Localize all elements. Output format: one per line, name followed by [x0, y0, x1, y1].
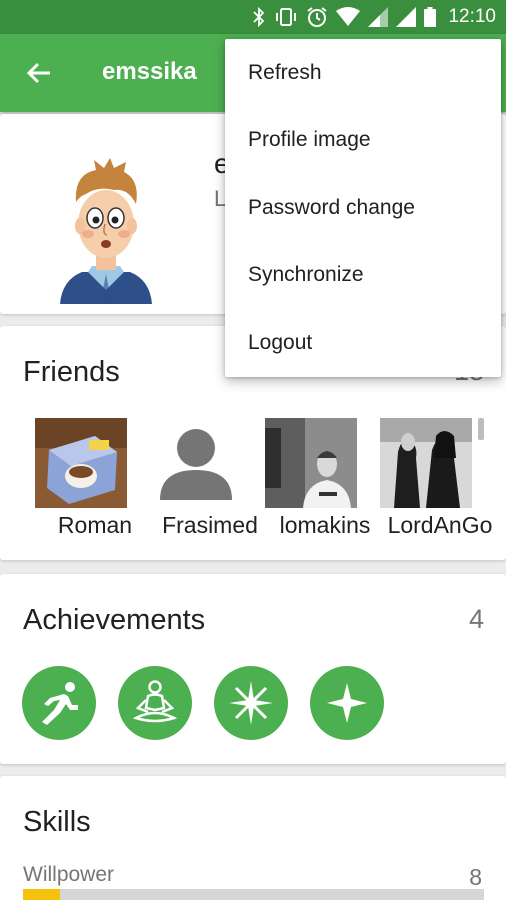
friend-name: LordAnGo: [387, 512, 493, 538]
menu-item-synchronize[interactable]: Synchronize: [225, 242, 501, 310]
skill-progress-fill: [23, 889, 60, 900]
skill-value: 8: [469, 864, 482, 890]
overflow-menu: Refresh Profile image Password change Sy…: [225, 39, 501, 377]
achievement-badge[interactable]: [214, 666, 288, 740]
back-button[interactable]: [22, 56, 56, 90]
app-title: emssika: [102, 58, 197, 85]
friend-photo: [265, 418, 357, 508]
friend-name: Roman: [57, 512, 133, 538]
runner-icon: [42, 682, 78, 725]
vibrate-icon: [276, 8, 297, 26]
friends-title: Friends: [23, 356, 120, 388]
wifi-icon: [336, 7, 361, 26]
achievement-badge[interactable]: [22, 666, 96, 740]
signal-icon: [396, 7, 417, 27]
bluetooth-icon: [253, 7, 265, 27]
meditation-icon: [132, 680, 178, 723]
friend-name: Frasimed: [162, 512, 258, 538]
status-bar: 12:10: [0, 0, 506, 34]
default-avatar-icon: [160, 429, 232, 500]
achievement-badge[interactable]: [310, 666, 384, 740]
menu-item-profile-image[interactable]: Profile image: [225, 107, 501, 175]
friend-photo: [35, 418, 127, 508]
signal-icon: [368, 7, 389, 27]
achievement-badge[interactable]: [118, 666, 192, 740]
achievements-title: Achievements: [23, 604, 206, 636]
avatar[interactable]: [58, 156, 154, 304]
skills-card: Skills Willpower 8: [0, 776, 506, 900]
skill-progress-track: [23, 889, 484, 900]
skills-title: Skills: [23, 806, 91, 838]
compass-star-icon: [327, 683, 367, 723]
status-icons: 12:10: [252, 0, 496, 34]
friend-photo: [380, 418, 472, 508]
skill-label: Willpower: [23, 863, 115, 886]
menu-item-logout[interactable]: Logout: [225, 309, 501, 377]
friends-list[interactable]: Roman Frasimed lomakins LordAnGo: [0, 418, 506, 546]
battery-icon: [424, 7, 437, 27]
achievements-card: Achievements 4: [0, 574, 506, 764]
friends-scrollbar[interactable]: [478, 418, 484, 440]
achievements-count: 4: [468, 604, 484, 634]
friend-name: lomakins: [279, 512, 371, 538]
menu-item-password-change[interactable]: Password change: [225, 174, 501, 242]
menu-item-refresh[interactable]: Refresh: [225, 39, 501, 107]
status-time: 12:10: [448, 6, 496, 27]
alarm-icon: [307, 7, 328, 27]
starburst-icon: [229, 681, 273, 725]
arrow-back-icon: [26, 62, 50, 84]
